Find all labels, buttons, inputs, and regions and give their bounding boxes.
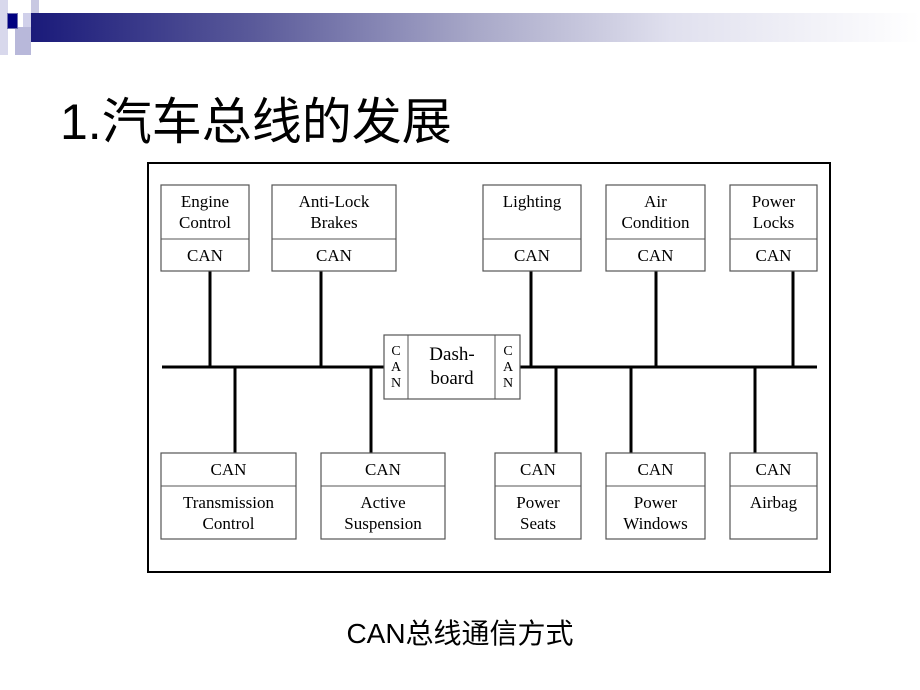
dashboard-can-letter: N [503,376,513,391]
node-label: Transmission [183,493,275,512]
can-label: CAN [520,460,556,479]
node-label: Anti-Lock [299,192,370,211]
node-label: Power [752,192,796,211]
node-label: Air [644,192,667,211]
node-label: Condition [621,213,690,232]
dashboard-can-letter: C [391,344,400,359]
node-label: Control [179,213,231,232]
dashboard-can-letter: N [391,376,401,391]
can-label: CAN [187,246,223,265]
can-label: CAN [638,246,674,265]
node-label: Brakes [310,213,357,232]
dashboard-label: board [430,368,474,389]
can-label: CAN [638,460,674,479]
node-label: Active [360,493,405,512]
slide-title: 1.汽车总线的发展 [60,94,452,150]
node-label: Windows [623,514,687,533]
can-label: CAN [365,460,401,479]
node-label: Lighting [503,192,562,211]
can-label: CAN [316,246,352,265]
node-label: Airbag [750,493,798,512]
node-label: Power [516,493,560,512]
can-label: CAN [756,460,792,479]
dashboard-label: Dash- [429,344,474,365]
dashboard-can-letter: A [503,360,514,375]
can-label: CAN [211,460,247,479]
can-label: CAN [756,246,792,265]
dashboard-can-letter: A [391,360,402,375]
node-label: Control [203,514,255,533]
can-label: CAN [514,246,550,265]
node-label: Seats [520,514,556,533]
dashboard-can-letter: C [503,344,512,359]
diagram-caption: CAN总线通信方式 [346,618,574,649]
node-label: Power [634,493,678,512]
node-label: Suspension [344,514,422,533]
node-label: Engine [181,192,229,211]
node-label: Locks [753,213,795,232]
